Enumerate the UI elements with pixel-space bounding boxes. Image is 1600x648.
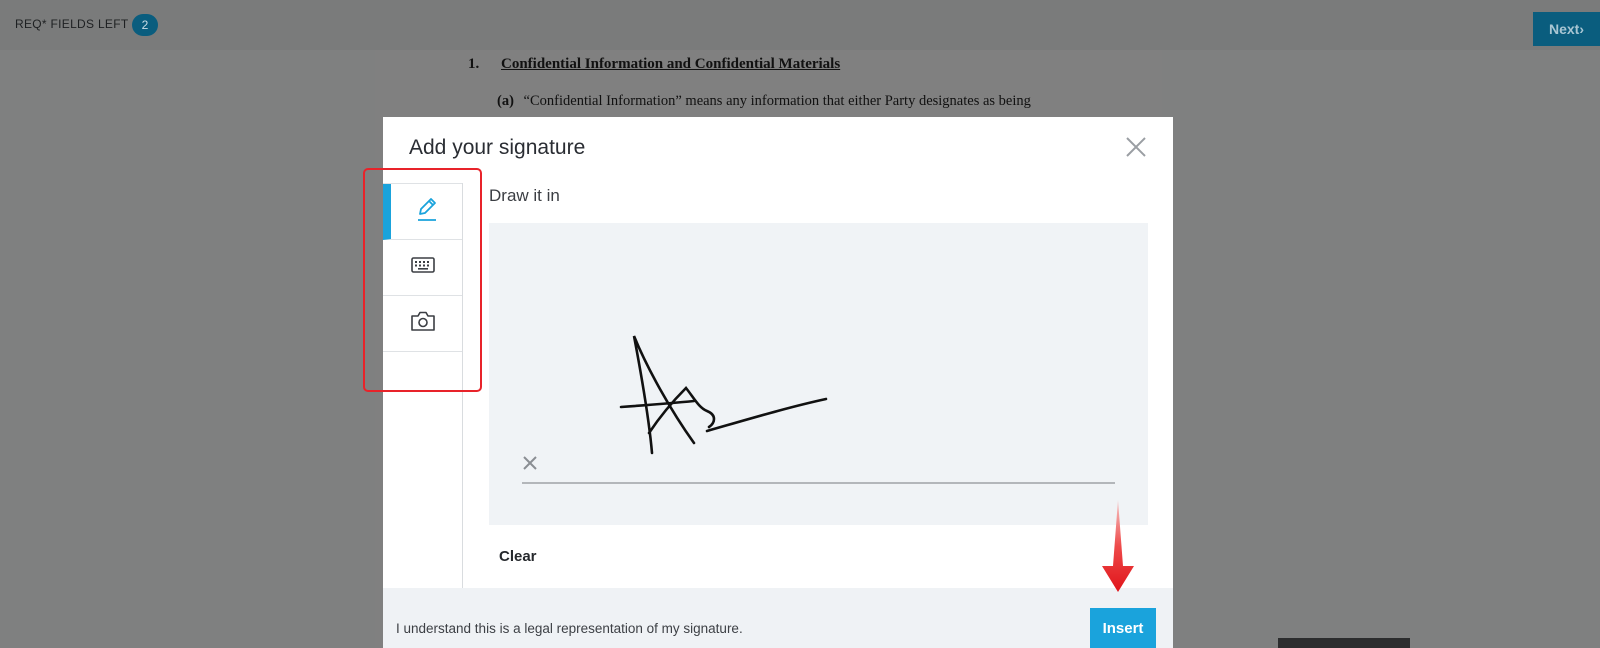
clear-button[interactable]: Clear <box>499 548 537 565</box>
signature-baseline <box>522 482 1115 484</box>
modal-title: Add your signature <box>409 136 586 159</box>
section-title: Confidential Information and Confidentia… <box>501 56 841 72</box>
chevron-right-icon: › <box>1579 21 1585 37</box>
required-fields-count-badge: 2 <box>132 14 158 36</box>
legal-disclaimer: I understand this is a legal representat… <box>396 621 743 636</box>
insert-button[interactable]: Insert <box>1090 608 1156 648</box>
red-arrow-annotation <box>1102 500 1134 592</box>
signature-canvas[interactable] <box>489 223 1148 525</box>
document-section-heading: 1. Confidential Information and Confiden… <box>468 56 840 73</box>
section-number: 1. <box>468 56 480 72</box>
draw-section-label: Draw it in <box>489 186 560 205</box>
top-bar: REQ* FIELDS LEFT 2 Next› <box>0 0 1600 50</box>
close-icon[interactable] <box>1124 135 1148 159</box>
next-label: Next <box>1548 21 1580 37</box>
drawn-signature <box>619 335 828 455</box>
next-button[interactable]: Next› <box>1533 12 1600 46</box>
paragraph-marker: (a) <box>497 93 514 109</box>
signature-modal: Add your signature Draw it in Clear I un… <box>383 117 1173 648</box>
dark-panel-corner <box>1278 638 1410 648</box>
modal-footer: I understand this is a legal representat… <box>383 588 1173 648</box>
highlight-box <box>363 168 482 392</box>
paragraph-text: “Confidential Information” means any inf… <box>523 93 1031 109</box>
signature-x-mark-icon <box>522 455 538 471</box>
required-fields-label: REQ* FIELDS LEFT <box>15 17 129 31</box>
document-paragraph: (a) “Confidential Information” means any… <box>497 93 1031 110</box>
